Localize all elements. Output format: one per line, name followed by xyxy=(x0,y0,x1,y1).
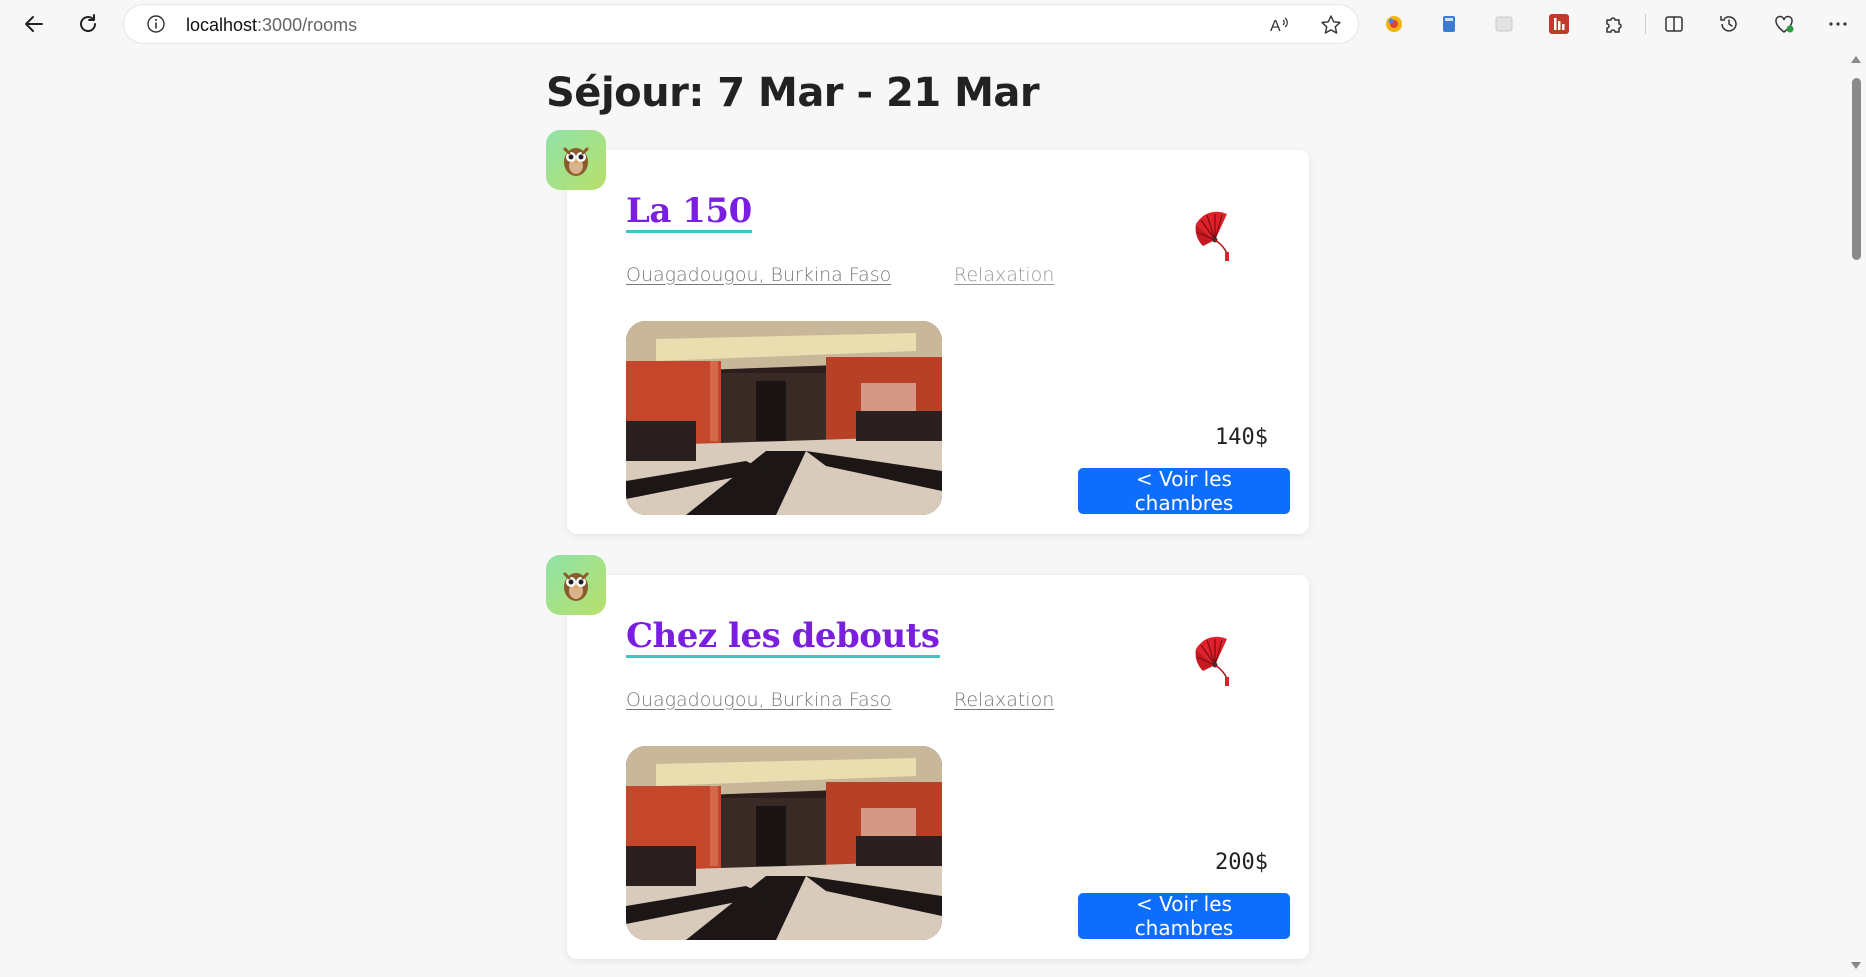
hotel-location-link[interactable]: Ouagadougou, Burkina Faso xyxy=(626,689,891,711)
owl-icon xyxy=(563,572,589,601)
hotel-location-link[interactable]: Ouagadougou, Burkina Faso xyxy=(626,264,891,286)
hotel-photo xyxy=(626,321,942,515)
hotel-category-link[interactable]: Relaxation xyxy=(954,264,1054,286)
page-title: Séjour: 7 Mar - 21 Mar xyxy=(546,70,1040,116)
scrollbar-thumb[interactable] xyxy=(1852,78,1861,260)
split-screen-icon[interactable] xyxy=(1662,12,1686,36)
hotel-photo xyxy=(626,746,942,940)
hotel-price: 140$ xyxy=(1215,425,1268,450)
hotel-card: La 150 Ouagadougou, Burkina Faso Relaxat… xyxy=(546,130,1309,534)
history-icon[interactable] xyxy=(1717,12,1741,36)
back-arrow-icon xyxy=(25,16,43,32)
more-icon[interactable] xyxy=(1826,12,1850,36)
scroll-down-icon[interactable] xyxy=(1851,962,1861,969)
extension-red-icon[interactable] xyxy=(1547,12,1571,36)
extension-colorful-icon[interactable] xyxy=(1382,12,1406,36)
browser-essentials-icon[interactable] xyxy=(1772,12,1796,36)
hotel-name-link[interactable]: La 150 xyxy=(626,192,752,233)
reload-button[interactable] xyxy=(70,6,106,42)
reload-icon xyxy=(80,14,96,32)
fan-icon xyxy=(1195,636,1229,686)
hotel-badge xyxy=(546,555,606,615)
extension-gray-icon[interactable] xyxy=(1492,12,1516,36)
browser-toolbar: localhost:3000/rooms A xyxy=(0,0,1866,48)
address-url[interactable]: localhost:3000/rooms xyxy=(186,15,357,36)
star-icon[interactable] xyxy=(1320,14,1342,36)
hotel-price: 200$ xyxy=(1215,850,1268,875)
read-aloud-icon[interactable]: A xyxy=(1268,14,1290,36)
url-host: localhost xyxy=(186,15,258,35)
view-rooms-button[interactable]: < Voir les chambres xyxy=(1078,467,1290,515)
hotel-category-link[interactable]: Relaxation xyxy=(954,689,1054,711)
hotel-name-link[interactable]: Chez les debouts xyxy=(626,617,940,658)
owl-icon xyxy=(563,147,589,176)
url-path: :3000/rooms xyxy=(257,15,358,35)
puzzle-icon[interactable] xyxy=(1602,12,1626,36)
fan-icon xyxy=(1195,211,1229,261)
scroll-up-icon[interactable] xyxy=(1851,56,1861,63)
hotel-badge xyxy=(546,130,606,190)
vertical-scrollbar[interactable] xyxy=(1846,48,1866,977)
info-icon[interactable] xyxy=(146,14,166,34)
back-button[interactable] xyxy=(16,6,52,42)
view-rooms-button[interactable]: < Voir les chambres xyxy=(1078,892,1290,940)
hotel-card: Chez les debouts Ouagadougou, Burkina Fa… xyxy=(546,555,1309,959)
page-viewport: Séjour: 7 Mar - 21 Mar La 150 Ouagadougo… xyxy=(4,48,1846,977)
address-bar[interactable]: localhost:3000/rooms A xyxy=(124,5,1358,43)
svg-text:A: A xyxy=(1270,18,1281,35)
extension-blue-icon[interactable] xyxy=(1437,12,1461,36)
toolbar-separator xyxy=(1645,14,1646,34)
